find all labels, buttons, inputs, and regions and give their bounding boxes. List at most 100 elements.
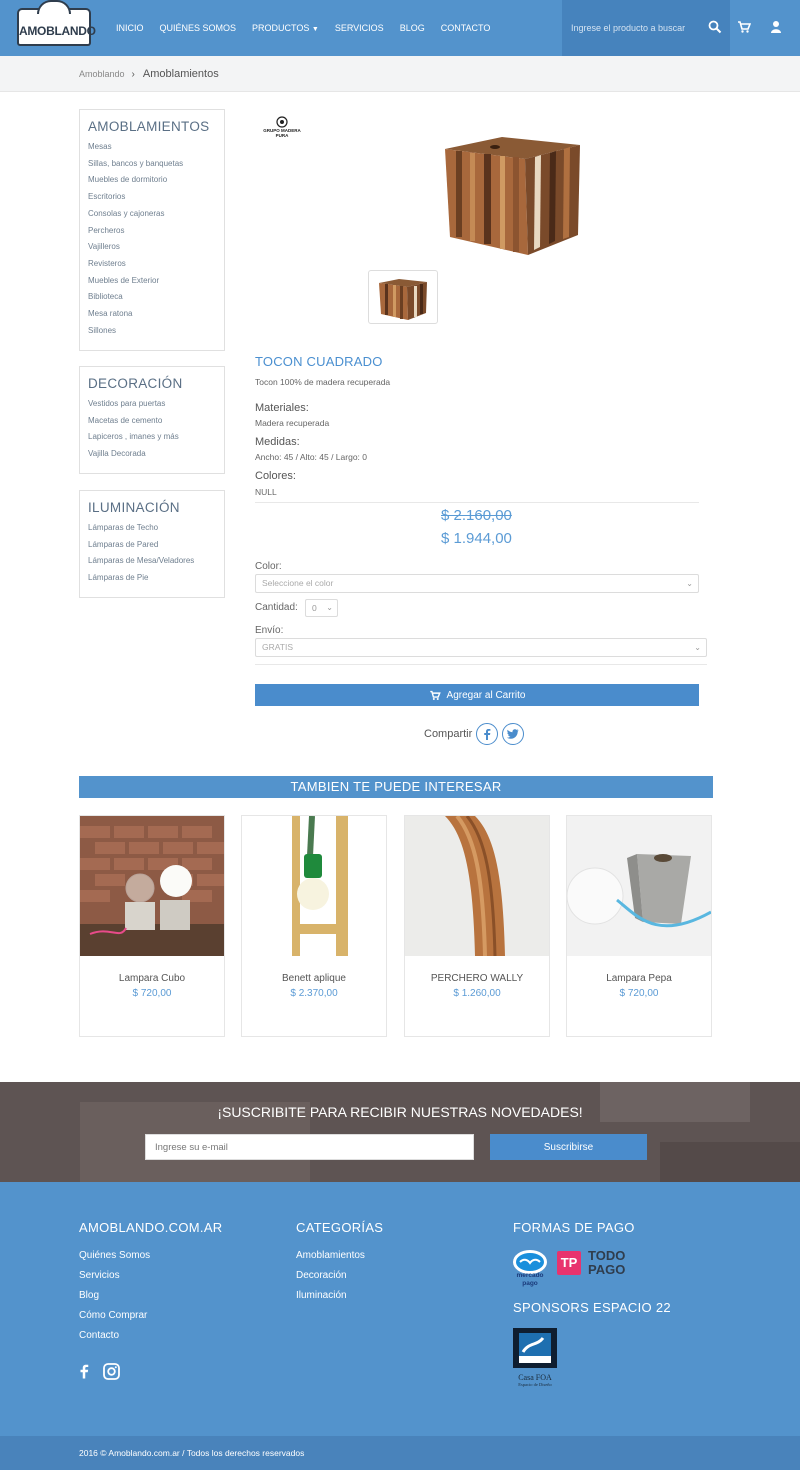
sidebar-item[interactable]: Escritorios xyxy=(88,189,216,206)
sidebar-item[interactable]: Vestidos para puertas xyxy=(88,396,216,413)
product-card-image[interactable] xyxy=(80,816,224,956)
sidebar-title: AMOBLAMIENTOS xyxy=(88,119,210,134)
product-card-image[interactable] xyxy=(405,814,549,957)
email-field[interactable] xyxy=(145,1134,474,1160)
footer-link[interactable]: Servicios xyxy=(79,1266,222,1286)
add-to-cart-button[interactable]: Agregar al Carrito xyxy=(255,684,699,706)
measures-label: Medidas: xyxy=(255,436,300,448)
product-card-name[interactable]: Benett aplique xyxy=(242,973,386,984)
shipping-select[interactable]: GRATIS ⌄ xyxy=(255,638,707,657)
breadcrumb-home[interactable]: Amoblando xyxy=(79,69,125,79)
todopago-text-line: TODO xyxy=(588,1248,626,1263)
product-card-name[interactable]: PERCHERO WALLY xyxy=(405,973,549,984)
footer-col-title: AMOBLANDO.COM.AR xyxy=(79,1220,223,1235)
sidebar-item[interactable]: Macetas de cemento xyxy=(88,413,216,430)
newsletter-section: ¡SUSCRIBITE PARA RECIBIR NUESTRAS NOVEDA… xyxy=(0,1082,800,1182)
sidebar-item[interactable]: Vajilleros xyxy=(88,239,216,256)
sidebar-item[interactable]: Sillas, bancos y banquetas xyxy=(88,156,216,173)
product-card[interactable]: Lampara Pepa $ 720,00 xyxy=(566,815,712,1037)
brand-logo-text: GRUPO MADERA PURA xyxy=(263,128,301,138)
divider xyxy=(255,502,699,503)
sidebar-item[interactable]: Vajilla Decorada xyxy=(88,446,216,463)
divider xyxy=(255,664,707,665)
nav-inicio[interactable]: INICIO xyxy=(116,23,144,33)
measures-value: Ancho: 45 / Alto: 45 / Largo: 0 xyxy=(255,452,367,462)
footer-link[interactable]: Decoración xyxy=(296,1266,383,1286)
cart-icon[interactable] xyxy=(737,20,753,36)
todopago-text: TODO PAGO xyxy=(588,1249,625,1277)
user-icon[interactable] xyxy=(770,20,784,36)
nav-productos[interactable]: PRODUCTOS ▼ xyxy=(252,23,319,33)
facebook-icon[interactable] xyxy=(79,1362,89,1385)
colors-label: Colores: xyxy=(255,470,296,482)
cart-icon xyxy=(429,690,441,700)
brand-logo: GRUPO MADERA PURA xyxy=(258,116,306,142)
product-card[interactable]: PERCHERO WALLY $ 1.260,00 xyxy=(404,814,550,1037)
sidebar-item[interactable]: Percheros xyxy=(88,223,216,240)
sidebar-item[interactable]: Muebles de Exterior xyxy=(88,273,216,290)
product-card-image[interactable] xyxy=(566,816,712,956)
chevron-down-icon: ⌄ xyxy=(326,603,333,612)
sidebar-title: DECORACIÓN xyxy=(88,376,183,391)
color-select[interactable]: Seleccione el color ⌄ xyxy=(255,574,699,593)
nav-productos-label: PRODUCTOS xyxy=(252,23,310,33)
footer-link[interactable]: Blog xyxy=(79,1286,222,1306)
casafoa-logo: Casa FOA Espacio de Diseño xyxy=(513,1328,559,1392)
sidebar-item[interactable]: Mesa ratona xyxy=(88,306,216,323)
sidebar-item[interactable]: Biblioteca xyxy=(88,289,216,306)
footer-link[interactable]: Iluminación xyxy=(296,1286,383,1306)
nav-quienes-somos[interactable]: QUIÉNES SOMOS xyxy=(160,23,237,33)
chevron-down-icon: ⌄ xyxy=(686,579,693,588)
sidebar-item[interactable]: Lapiceros , imanes y más xyxy=(88,429,216,446)
product-card[interactable]: Benett aplique $ 2.370,00 xyxy=(241,815,387,1037)
todopago-logo: TP xyxy=(557,1251,581,1275)
footer-link[interactable]: Cómo Comprar xyxy=(79,1306,222,1326)
quantity-select[interactable]: 0 ⌄ xyxy=(305,599,338,617)
social-links xyxy=(79,1362,222,1385)
nav-servicios[interactable]: SERVICIOS xyxy=(335,23,384,33)
sidebar-item[interactable]: Revisteros xyxy=(88,256,216,273)
sidebar-item[interactable]: Sillones xyxy=(88,323,216,340)
search-box xyxy=(562,0,730,56)
footer-link[interactable]: Quiénes Somos xyxy=(79,1246,222,1266)
product-card-price: $ 720,00 xyxy=(619,988,659,999)
product-main-image[interactable] xyxy=(440,127,590,257)
search-icon[interactable] xyxy=(708,20,724,36)
footer-col-site: AMOBLANDO.COM.AR Quiénes Somos Servicios… xyxy=(79,1220,222,1385)
twitter-share-icon[interactable] xyxy=(502,723,525,745)
nav-contacto[interactable]: CONTACTO xyxy=(441,23,491,33)
site-logo[interactable]: AMOBLANDO xyxy=(17,0,96,46)
footer-col-title: CATEGORÍAS xyxy=(296,1220,384,1235)
product-card-name[interactable]: Lampara Cubo xyxy=(80,973,224,984)
shipping-label: Envío: xyxy=(255,625,284,636)
related-title: TAMBIEN TE PUEDE INTERESAR xyxy=(79,776,713,798)
nav-blog[interactable]: BLOG xyxy=(400,23,425,33)
top-navbar: AMOBLANDO INICIO QUIÉNES SOMOS PRODUCTOS… xyxy=(0,0,800,56)
product-card-price: $ 2.370,00 xyxy=(290,988,338,999)
footer-link[interactable]: Amoblamientos xyxy=(296,1246,383,1266)
facebook-share-icon[interactable] xyxy=(476,723,499,745)
sidebar-item[interactable]: Lámparas de Pie xyxy=(88,570,216,587)
instagram-icon[interactable] xyxy=(103,1362,120,1385)
product-card[interactable]: Lampara Cubo $ 720,00 xyxy=(79,815,225,1037)
sidebar-item[interactable]: Consolas y cajoneras xyxy=(88,206,216,223)
product-card-name[interactable]: Lampara Pepa xyxy=(567,973,711,984)
product-description: Tocon 100% de madera recuperada xyxy=(255,377,391,387)
search-input[interactable] xyxy=(562,0,704,56)
share-label: Compartir xyxy=(424,728,473,740)
footer-col-payment: FORMAS DE PAGO xyxy=(513,1220,635,1246)
sidebar-item[interactable]: Lámparas de Mesa/Veladores xyxy=(88,553,216,570)
product-card-image[interactable] xyxy=(242,815,386,956)
footer-link[interactable]: Contacto xyxy=(79,1326,222,1346)
logo-arch xyxy=(37,0,71,14)
color-label: Color: xyxy=(255,561,282,572)
sidebar-amoblamientos: AMOBLAMIENTOS Mesas Sillas, bancos y ban… xyxy=(79,109,225,351)
sidebar-decoracion: DECORACIÓN Vestidos para puertas Macetas… xyxy=(79,366,225,474)
sidebar-item[interactable]: Mesas xyxy=(88,139,216,156)
chevron-down-icon: ▼ xyxy=(311,26,319,33)
sidebar-item[interactable]: Lámparas de Pared xyxy=(88,537,216,554)
subscribe-button[interactable]: Suscribirse xyxy=(490,1134,647,1160)
todopago-text-line: PAGO xyxy=(588,1262,626,1277)
product-thumbnail[interactable] xyxy=(368,270,438,324)
sidebar-item[interactable]: Muebles de dormitorio xyxy=(88,172,216,189)
